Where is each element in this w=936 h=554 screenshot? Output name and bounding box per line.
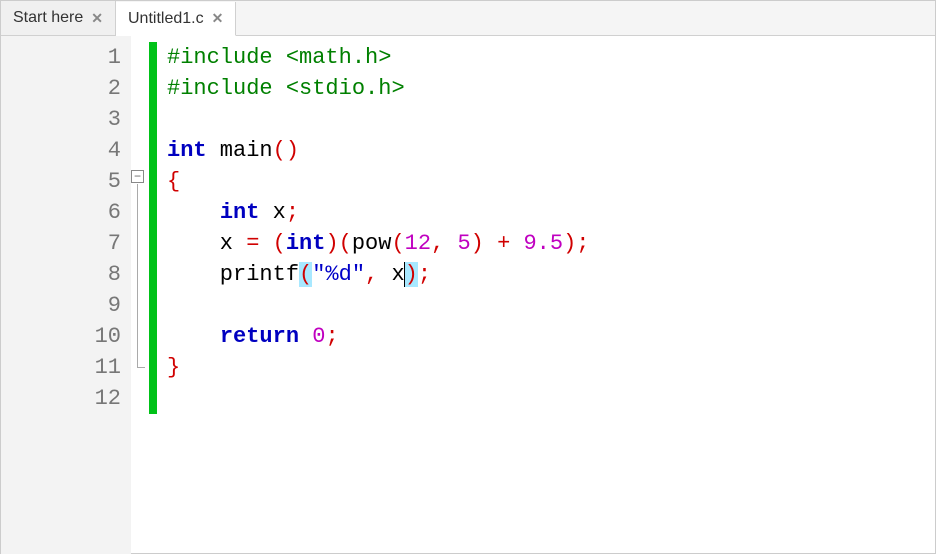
line-number: 8 <box>1 259 131 290</box>
editor-area[interactable]: 1 2 3 4 5 6 7 8 9 10 11 12 − #include <m… <box>1 36 935 554</box>
tab-label: Start here <box>13 9 83 27</box>
line-number: 3 <box>1 104 131 135</box>
code-line: #include <math.h> <box>167 42 935 73</box>
line-number: 9 <box>1 290 131 321</box>
change-bar-icon <box>149 42 157 414</box>
fold-guide-icon <box>137 184 138 367</box>
code-line: int x; <box>167 197 935 228</box>
line-number-gutter: 1 2 3 4 5 6 7 8 9 10 11 12 <box>1 36 131 554</box>
bracket-highlight: ( <box>299 262 312 287</box>
line-number: 10 <box>1 321 131 352</box>
line-number: 6 <box>1 197 131 228</box>
code-line: #include <stdio.h> <box>167 73 935 104</box>
fold-toggle-icon[interactable]: − <box>131 170 144 183</box>
line-number: 11 <box>1 352 131 383</box>
close-icon[interactable]: ✕ <box>91 10 103 27</box>
line-number: 5 <box>1 166 131 197</box>
code-line: } <box>167 352 935 383</box>
line-number: 7 <box>1 228 131 259</box>
tab-bar: Start here ✕ Untitled1.c ✕ <box>1 1 935 36</box>
line-number: 2 <box>1 73 131 104</box>
code-line <box>167 383 935 414</box>
code-line: printf("%d", x); <box>167 259 935 290</box>
close-icon[interactable]: ✕ <box>212 10 224 27</box>
fold-end-icon <box>137 367 145 368</box>
code-line <box>167 290 935 321</box>
line-number: 12 <box>1 383 131 414</box>
code-line: return 0; <box>167 321 935 352</box>
tab-label: Untitled1.c <box>128 10 204 28</box>
code-line: int main() <box>167 135 935 166</box>
tab-start-here[interactable]: Start here ✕ <box>1 1 116 35</box>
line-number: 1 <box>1 42 131 73</box>
code-line <box>167 104 935 135</box>
bracket-highlight: ) <box>405 262 418 287</box>
tab-untitled1-c[interactable]: Untitled1.c ✕ <box>116 2 236 36</box>
line-number: 4 <box>1 135 131 166</box>
code-line: x = (int)(pow(12, 5) + 9.5); <box>167 228 935 259</box>
fold-marker-gutter: − <box>131 36 159 554</box>
code-line: { <box>167 166 935 197</box>
code-text-area[interactable]: #include <math.h> #include <stdio.h> int… <box>159 36 935 554</box>
